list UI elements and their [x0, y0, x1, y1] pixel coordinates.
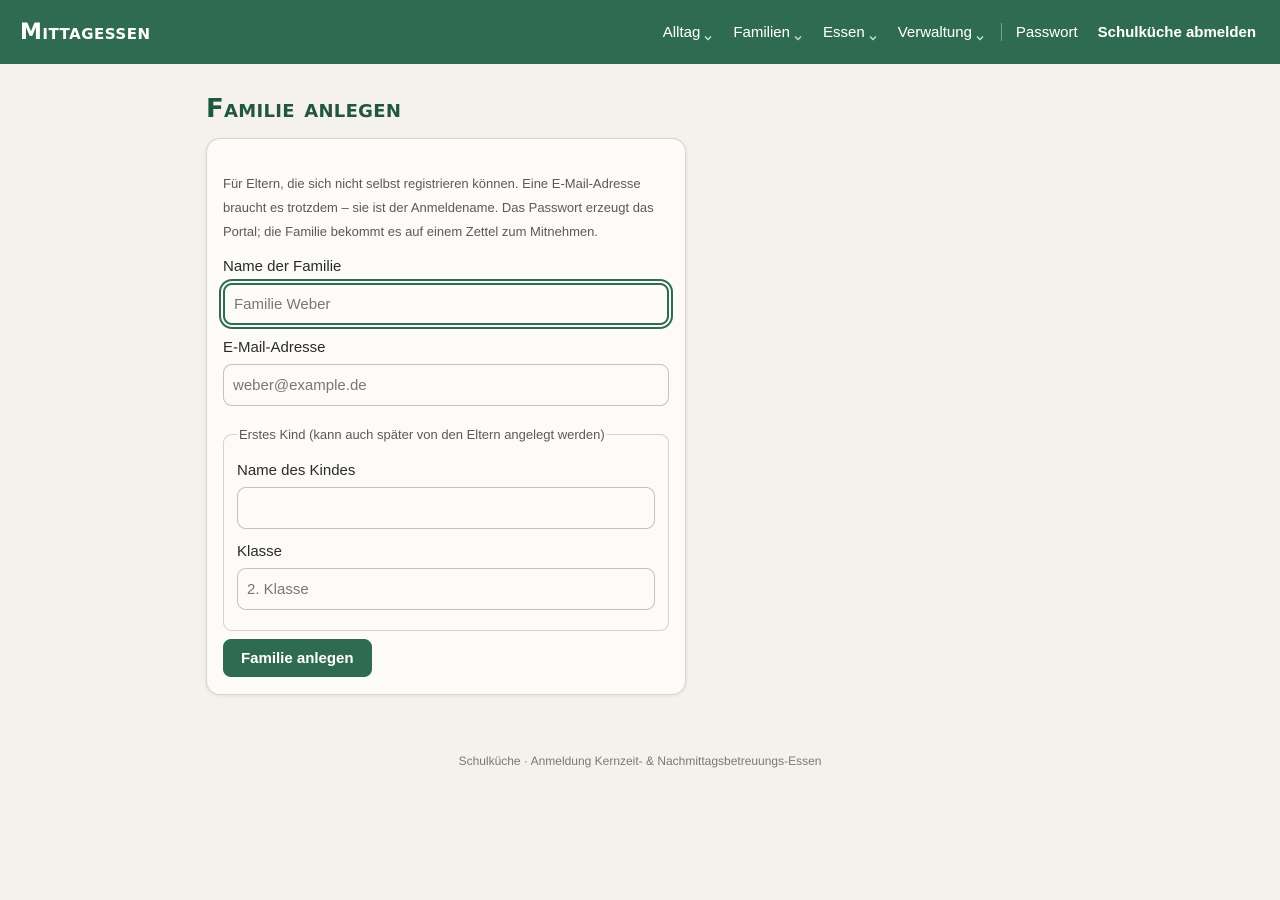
- email-group: E-Mail-Adresse: [223, 339, 669, 406]
- child-name-input[interactable]: [237, 487, 655, 529]
- email-input[interactable]: [223, 364, 669, 406]
- chevron-down-icon: [975, 33, 985, 43]
- nav-menu-label: Essen: [823, 23, 865, 41]
- nav-menu-label: Familien: [733, 23, 790, 41]
- email-label: E-Mail-Adresse: [223, 339, 326, 356]
- class-group: Klasse: [237, 543, 655, 610]
- class-input[interactable]: [237, 568, 655, 610]
- form-intro-text: Für Eltern, die sich nicht selbst regist…: [223, 176, 654, 239]
- top-navigation-bar: Mittagessen Alltag Familien Essen Verwal…: [0, 0, 1280, 64]
- nav-link-passwort[interactable]: Passwort: [1016, 24, 1078, 41]
- family-name-input[interactable]: [223, 283, 669, 325]
- nav-menu-label: Alltag: [662, 23, 701, 41]
- page-footer: Schulküche · Anmeldung Kernzeit- & Nachm…: [458, 754, 822, 768]
- chevron-down-icon: [793, 33, 803, 43]
- app-brand[interactable]: Mittagessen: [20, 20, 151, 45]
- page-title: Familie anlegen: [206, 94, 402, 124]
- family-name-label: Name der Familie: [223, 258, 342, 275]
- nav-menu-verwaltung[interactable]: Verwaltung: [898, 24, 985, 41]
- nav-menu-essen[interactable]: Essen: [823, 24, 878, 41]
- nav-menu-label: Verwaltung: [897, 23, 972, 41]
- child-name-group: Name des Kindes: [237, 462, 655, 529]
- first-child-legend: Erstes Kind (kann auch später von den El…: [239, 427, 605, 442]
- nav-menu-familien[interactable]: Familien: [733, 24, 803, 41]
- child-name-label: Name des Kindes: [237, 462, 356, 479]
- create-family-form-card: Für Eltern, die sich nicht selbst regist…: [206, 138, 686, 695]
- nav-divider: [1000, 23, 1002, 41]
- first-child-fieldset: Erstes Kind (kann auch später von den El…: [223, 427, 669, 631]
- nav-menu-alltag[interactable]: Alltag: [663, 24, 714, 41]
- chevron-down-icon: [868, 33, 878, 43]
- chevron-down-icon: [703, 33, 713, 43]
- family-name-group: Name der Familie: [223, 258, 669, 325]
- logout-link[interactable]: Schulküche abmelden: [1098, 24, 1256, 41]
- class-label: Klasse: [237, 543, 283, 560]
- create-family-button[interactable]: Familie anlegen: [223, 639, 372, 677]
- main-nav: Alltag Familien Essen Verwaltung Passwor…: [663, 23, 1256, 41]
